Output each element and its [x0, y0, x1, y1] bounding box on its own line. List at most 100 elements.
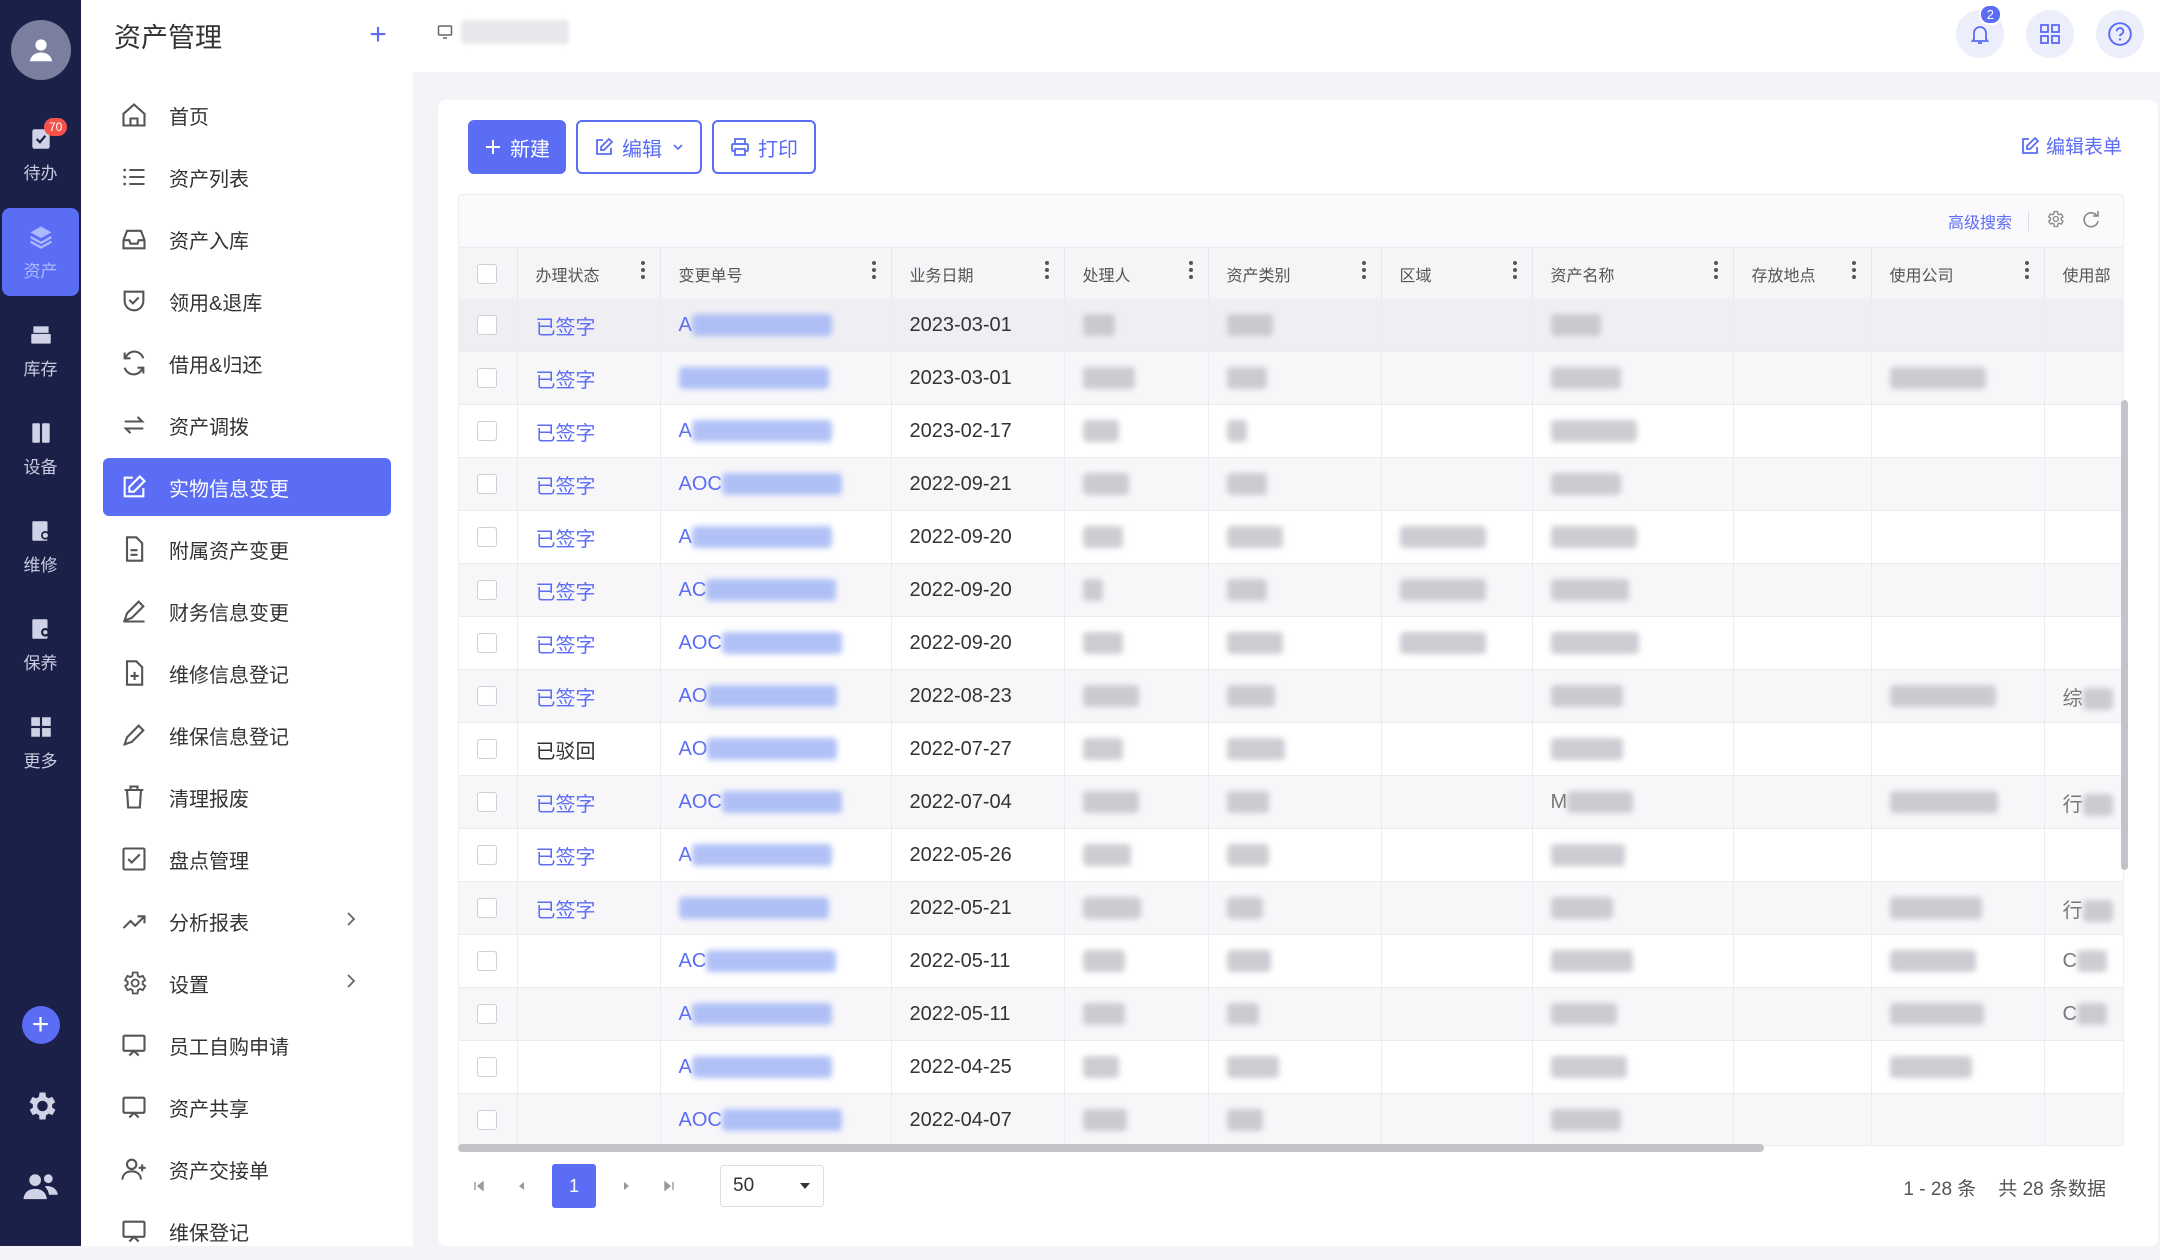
- advanced-search-link[interactable]: 高级搜索: [1948, 209, 2012, 233]
- edit-form-link[interactable]: 编辑表单: [2020, 132, 2122, 159]
- column-menu-icon[interactable]: [640, 260, 646, 285]
- sidebar-item-7[interactable]: 附属资产变更: [103, 520, 391, 578]
- table-row[interactable]: A 2022-04-25: [459, 1040, 2123, 1094]
- settings-gear-icon[interactable]: [21, 1086, 61, 1126]
- sidebar-add-button[interactable]: +: [363, 20, 393, 50]
- column-menu-icon[interactable]: [1188, 260, 1194, 285]
- table-row[interactable]: AC 2022-05-11 C: [459, 934, 2123, 988]
- table-row[interactable]: 已驳回 AO 2022-07-27: [459, 722, 2123, 776]
- rail-item-4[interactable]: 维修: [2, 502, 79, 590]
- column-menu-icon[interactable]: [871, 260, 877, 285]
- row-checkbox[interactable]: [477, 1057, 497, 1078]
- prev-page-button[interactable]: [510, 1180, 532, 1192]
- doc-number-cell[interactable]: A: [660, 1040, 892, 1094]
- help-button[interactable]: [2096, 10, 2144, 58]
- table-row[interactable]: A 2022-05-11 C: [459, 987, 2123, 1041]
- table-row[interactable]: 已签字 A 2022-09-20: [459, 510, 2123, 564]
- sidebar-item-4[interactable]: 借用&归还: [103, 334, 391, 392]
- doc-number-cell[interactable]: [660, 351, 892, 405]
- table-row[interactable]: 已签字 2023-03-01: [459, 351, 2123, 405]
- sidebar-item-13[interactable]: 分析报表: [103, 892, 391, 950]
- sidebar-item-16[interactable]: 资产共享: [103, 1078, 391, 1136]
- next-page-button[interactable]: [616, 1180, 638, 1192]
- row-select-cell[interactable]: [459, 1040, 518, 1094]
- sidebar-item-15[interactable]: 员工自购申请: [103, 1016, 391, 1074]
- doc-number-cell[interactable]: AOC: [660, 616, 892, 670]
- doc-number-cell[interactable]: [660, 881, 892, 935]
- table-row[interactable]: 已签字 AOC 2022-07-04 M 行: [459, 775, 2123, 829]
- rail-item-3[interactable]: 设备: [2, 404, 79, 492]
- team-icon[interactable]: [21, 1166, 61, 1206]
- first-page-button[interactable]: [468, 1180, 490, 1192]
- column-menu-icon[interactable]: [2024, 260, 2030, 285]
- refresh-icon[interactable]: [2081, 209, 2101, 234]
- table-row[interactable]: 已签字 A 2022-05-26: [459, 828, 2123, 882]
- table-row[interactable]: AOC 2022-04-07: [459, 1093, 2123, 1145]
- page-size-select[interactable]: 50: [720, 1165, 824, 1207]
- notification-button[interactable]: 2: [1956, 4, 2004, 58]
- row-checkbox[interactable]: [477, 686, 497, 707]
- row-checkbox[interactable]: [477, 951, 497, 972]
- sidebar-item-0[interactable]: 首页: [103, 86, 391, 144]
- table-row[interactable]: 已签字 AOC 2022-09-21: [459, 457, 2123, 511]
- apps-button[interactable]: [2026, 10, 2074, 58]
- row-select-cell[interactable]: [459, 1093, 518, 1145]
- rail-item-5[interactable]: 保养: [2, 600, 79, 688]
- column-header[interactable]: 资产类别: [1208, 247, 1382, 299]
- row-select-cell[interactable]: [459, 934, 518, 988]
- sidebar-item-1[interactable]: 资产列表: [103, 148, 391, 206]
- column-header[interactable]: 业务日期: [891, 247, 1065, 299]
- sidebar-item-14[interactable]: 设置: [103, 954, 391, 1012]
- row-checkbox[interactable]: [477, 633, 497, 654]
- select-all-checkbox[interactable]: [477, 263, 497, 284]
- doc-number-cell[interactable]: AO: [660, 669, 892, 723]
- row-select-cell[interactable]: [459, 457, 518, 511]
- column-header[interactable]: 使用公司: [1871, 247, 2045, 299]
- column-header[interactable]: 办理状态: [517, 247, 661, 299]
- column-header[interactable]: 资产名称: [1532, 247, 1734, 299]
- row-checkbox[interactable]: [477, 368, 497, 389]
- sidebar-item-6[interactable]: 实物信息变更: [103, 458, 391, 516]
- sidebar-item-17[interactable]: 资产交接单: [103, 1140, 391, 1198]
- sidebar-item-10[interactable]: 维保信息登记: [103, 706, 391, 764]
- doc-number-cell[interactable]: A: [660, 987, 892, 1041]
- sidebar-item-12[interactable]: 盘点管理: [103, 830, 391, 888]
- column-menu-icon[interactable]: [1512, 260, 1518, 285]
- doc-number-cell[interactable]: A: [660, 510, 892, 564]
- row-checkbox[interactable]: [477, 898, 497, 919]
- row-checkbox[interactable]: [477, 315, 497, 336]
- doc-number-cell[interactable]: AC: [660, 563, 892, 617]
- row-select-cell[interactable]: [459, 987, 518, 1041]
- new-button[interactable]: 新建: [468, 120, 566, 174]
- current-page-button[interactable]: 1: [552, 1164, 596, 1208]
- sidebar-item-2[interactable]: 资产入库: [103, 210, 391, 268]
- sidebar-item-18[interactable]: 维保登记: [103, 1202, 391, 1260]
- edit-dropdown-button[interactable]: 编辑: [576, 120, 702, 174]
- row-checkbox[interactable]: [477, 527, 497, 548]
- table-row[interactable]: 已签字 AOC 2022-09-20: [459, 616, 2123, 670]
- row-checkbox[interactable]: [477, 739, 497, 760]
- column-menu-icon[interactable]: [1713, 260, 1719, 285]
- rail-item-0[interactable]: 待办 70: [2, 110, 79, 198]
- rail-add-button[interactable]: +: [21, 1006, 60, 1044]
- row-checkbox[interactable]: [477, 792, 497, 813]
- sidebar-item-11[interactable]: 清理报废: [103, 768, 391, 826]
- sidebar-item-9[interactable]: 维修信息登记: [103, 644, 391, 702]
- print-button[interactable]: 打印: [712, 120, 816, 174]
- select-all-header[interactable]: [459, 247, 518, 299]
- doc-number-cell[interactable]: AC: [660, 934, 892, 988]
- horizontal-scrollbar[interactable]: [458, 1144, 1764, 1152]
- row-checkbox[interactable]: [477, 1110, 497, 1131]
- row-checkbox[interactable]: [477, 845, 497, 866]
- user-avatar[interactable]: [10, 20, 71, 80]
- column-menu-icon[interactable]: [1361, 260, 1367, 285]
- row-checkbox[interactable]: [477, 421, 497, 442]
- column-menu-icon[interactable]: [1044, 260, 1050, 285]
- doc-number-cell[interactable]: AO: [660, 722, 892, 776]
- column-settings-gear-icon[interactable]: [2045, 209, 2065, 234]
- rail-item-1[interactable]: 资产: [2, 208, 79, 296]
- doc-number-cell[interactable]: AOC: [660, 1093, 892, 1145]
- column-header[interactable]: 处理人: [1064, 247, 1209, 299]
- row-select-cell[interactable]: [459, 616, 518, 670]
- row-select-cell[interactable]: [459, 828, 518, 882]
